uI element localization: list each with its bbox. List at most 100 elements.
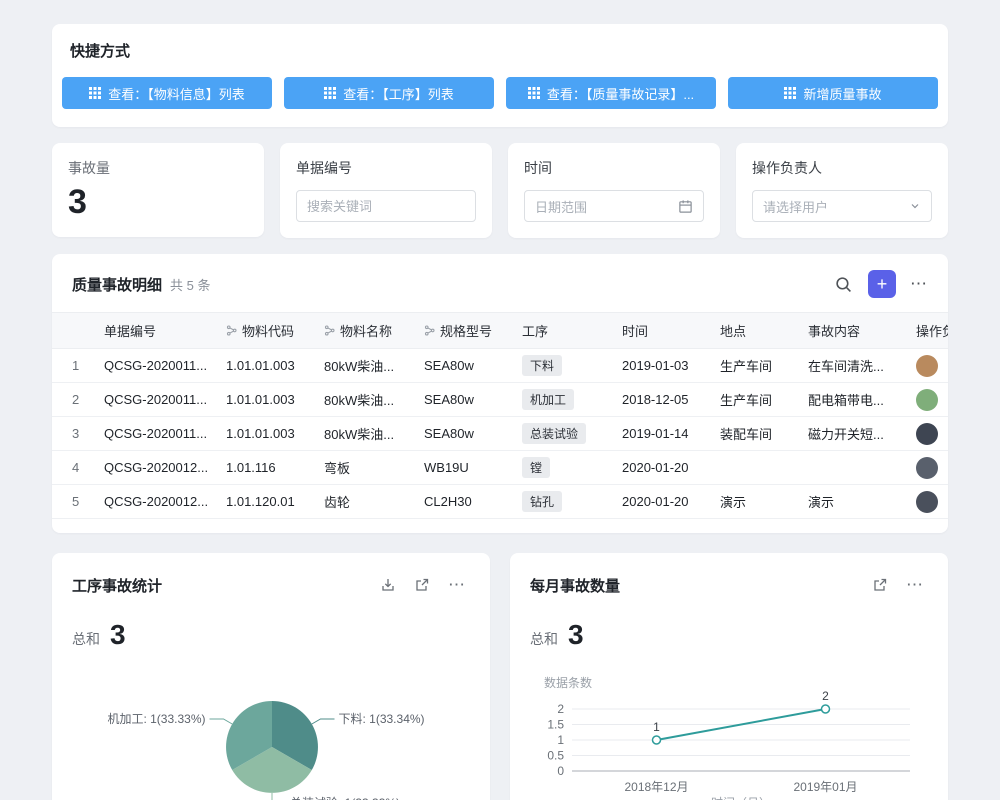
- col-place: 地点: [708, 313, 796, 349]
- operator-select[interactable]: 请选择用户: [752, 190, 932, 222]
- cell-doc-no: QCSG-2020011...: [92, 383, 214, 417]
- x-tick-label: 2019年01月: [793, 780, 857, 794]
- line-total-row: 总和 3: [530, 619, 928, 651]
- avatar: [916, 491, 938, 513]
- y-axis-name: 数据条数: [544, 675, 592, 690]
- doc-number-filter-card: 单据编号: [280, 143, 492, 238]
- table-row[interactable]: 5 QCSG-2020012... 1.01.120.01 齿轮 CL2H30 …: [52, 485, 948, 519]
- cell-process: 钻孔: [510, 485, 610, 519]
- cell-content: [796, 451, 904, 485]
- col-material-code: 物料代码: [214, 313, 312, 349]
- monthly-line-chart: 数据条数00.511.5212018年12月22019年01月时间（月）: [530, 657, 928, 800]
- shortcut-label: 查看：【物料信息】列表: [108, 84, 245, 103]
- cell-spec: WB19U: [412, 451, 510, 485]
- cell-material-code: 1.01.01.003: [214, 383, 312, 417]
- x-axis-name: 时间（月）: [711, 796, 771, 800]
- y-tick-label: 0.5: [547, 749, 564, 763]
- shortcut-view-accident-records-button[interactable]: 查看：【质量事故记录】...: [506, 77, 716, 109]
- table-header-row: 单据编号 物料代码 物料名称 规格型号 工序 时间 地点 事故内容 操作负责人: [52, 313, 948, 349]
- cell-time: 2018-12-05: [610, 383, 708, 417]
- shortcut-view-material-list-button[interactable]: 查看：【物料信息】列表: [62, 77, 272, 109]
- avatar: [916, 389, 938, 411]
- col-spec: 规格型号: [412, 313, 510, 349]
- process-tag: 机加工: [522, 389, 574, 410]
- cell-material-name: 齿轮: [312, 485, 412, 519]
- y-tick-label: 1.5: [547, 718, 564, 732]
- point-value-label: 2: [822, 689, 829, 703]
- cell-content: 磁力开关短...: [796, 417, 904, 451]
- linked-field-icon: [424, 325, 435, 336]
- cell-doc-no: QCSG-2020011...: [92, 349, 214, 383]
- shortcut-label: 查看：【质量事故记录】...: [547, 84, 694, 103]
- shortcut-view-process-list-button[interactable]: 查看：【工序】列表: [284, 77, 494, 109]
- table-more-button[interactable]: ⋯: [910, 274, 928, 294]
- cell-process: 镗: [510, 451, 610, 485]
- charts-row: 工序事故统计 ⋯ 总和 3 下料: 1(33.34%) 总装试验: 1(33.33…: [52, 553, 948, 800]
- table-title: 质量事故明细: [72, 274, 162, 295]
- grid-icon: [784, 87, 796, 99]
- process-tag: 钻孔: [522, 491, 562, 512]
- cell-process: 总装试验: [510, 417, 610, 451]
- filter-row: 事故量 3 单据编号 时间 日期范围 操作负责人 请选择用户: [52, 143, 948, 238]
- search-icon: [835, 276, 852, 293]
- cell-operator: [904, 349, 948, 383]
- stat-value: 3: [68, 184, 248, 221]
- chart-header: 工序事故统计 ⋯: [72, 571, 470, 599]
- cell-time: 2019-01-14: [610, 417, 708, 451]
- line-chart-title: 每月事故数量: [530, 575, 620, 596]
- cell-spec: CL2H30: [412, 485, 510, 519]
- shortcut-add-accident-button[interactable]: 新增质量事故: [728, 77, 938, 109]
- download-icon: [380, 577, 396, 593]
- cell-place: [708, 451, 796, 485]
- cell-operator: [904, 417, 948, 451]
- cell-material-code: 1.01.01.003: [214, 417, 312, 451]
- process-tag: 总装试验: [522, 423, 586, 444]
- cell-process: 下料: [510, 349, 610, 383]
- pie-label: 总装试验: 1(33.33%): [290, 795, 400, 800]
- pie-label: 下料: 1(33.34%): [339, 712, 425, 726]
- time-filter-card: 时间 日期范围: [508, 143, 720, 238]
- cell-time: 2020-01-20: [610, 451, 708, 485]
- download-button[interactable]: [376, 573, 400, 597]
- table-row[interactable]: 3 QCSG-2020011... 1.01.01.003 80kW柴油... …: [52, 417, 948, 451]
- accident-count-card: 事故量 3: [52, 143, 264, 237]
- grid-icon: [528, 87, 540, 99]
- total-value: 3: [110, 619, 126, 651]
- col-doc-no: 单据编号: [92, 313, 214, 349]
- table-scroll-area[interactable]: 单据编号 物料代码 物料名称 规格型号 工序 时间 地点 事故内容 操作负责人 …: [52, 312, 948, 519]
- chart-more-button[interactable]: ⋯: [444, 571, 470, 599]
- chart-more-button[interactable]: ⋯: [902, 571, 928, 599]
- accident-table: 单据编号 物料代码 物料名称 规格型号 工序 时间 地点 事故内容 操作负责人 …: [52, 312, 948, 519]
- add-record-button[interactable]: +: [868, 270, 896, 298]
- cell-doc-no: QCSG-2020012...: [92, 451, 214, 485]
- cell-material-code: 1.01.120.01: [214, 485, 312, 519]
- doc-search-input[interactable]: [296, 190, 476, 222]
- cell-time: 2020-01-20: [610, 485, 708, 519]
- calendar-icon: [678, 199, 693, 214]
- table-row[interactable]: 4 QCSG-2020012... 1.01.116 弯板 WB19U 镗 20…: [52, 451, 948, 485]
- avatar: [916, 423, 938, 445]
- process-accident-pie-card: 工序事故统计 ⋯ 总和 3 下料: 1(33.34%) 总装试验: 1(33.33…: [52, 553, 490, 800]
- shortcut-label: 新增质量事故: [803, 84, 881, 103]
- open-external-button[interactable]: [868, 573, 892, 597]
- cell-process: 机加工: [510, 383, 610, 417]
- y-tick-label: 2: [557, 702, 564, 716]
- cell-material-name: 80kW柴油...: [312, 417, 412, 451]
- cell-time: 2019-01-03: [610, 349, 708, 383]
- col-material-name: 物料名称: [312, 313, 412, 349]
- col-content: 事故内容: [796, 313, 904, 349]
- accident-detail-table-card: 质量事故明细 共 5 条 + ⋯ 单据编号 物料代码: [52, 254, 948, 533]
- shortcuts-card: 快捷方式 查看：【物料信息】列表 查看：【工序】列表 查看：【质量事故记录】..…: [52, 24, 948, 127]
- chevron-down-icon: [909, 200, 921, 212]
- operator-placeholder: 请选择用户: [763, 197, 828, 216]
- cell-material-code: 1.01.116: [214, 451, 312, 485]
- open-external-button[interactable]: [410, 573, 434, 597]
- cell-material-name: 80kW柴油...: [312, 383, 412, 417]
- operator-filter-card: 操作负责人 请选择用户: [736, 143, 948, 238]
- date-range-input[interactable]: 日期范围: [524, 190, 704, 222]
- total-label: 总和: [72, 629, 100, 649]
- search-button[interactable]: [831, 272, 856, 297]
- table-row[interactable]: 1 QCSG-2020011... 1.01.01.003 80kW柴油... …: [52, 349, 948, 383]
- cell-doc-no: QCSG-2020012...: [92, 485, 214, 519]
- table-row[interactable]: 2 QCSG-2020011... 1.01.01.003 80kW柴油... …: [52, 383, 948, 417]
